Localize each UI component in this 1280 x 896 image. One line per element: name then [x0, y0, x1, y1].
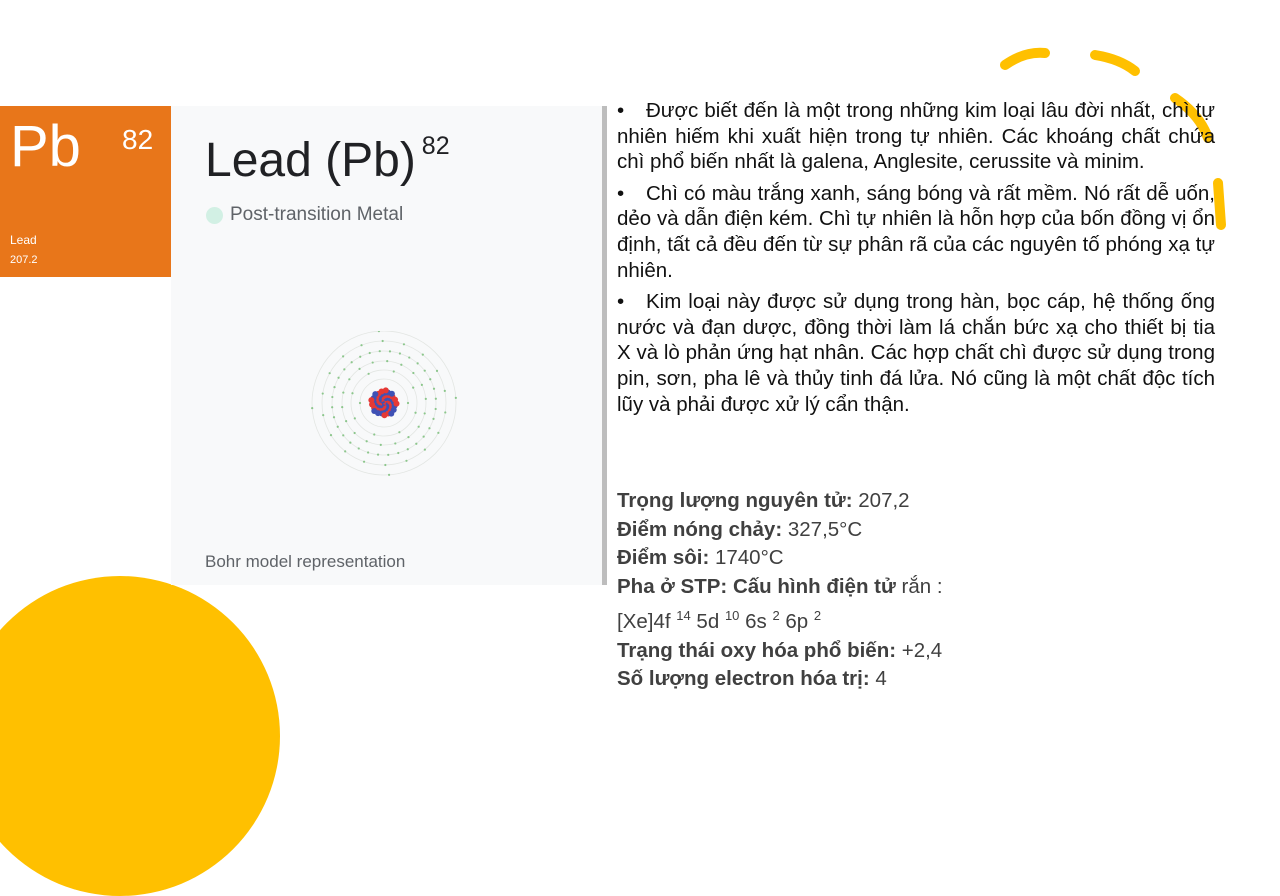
prop-label: Số lượng electron hóa trị:	[617, 667, 870, 691]
category-text: Post-transition Metal	[230, 204, 404, 225]
element-properties: Trọng lượng nguyên tử: 207,2 Điểm nóng c…	[617, 487, 1217, 694]
config-part: 6p	[779, 609, 814, 633]
category-dot-icon	[206, 206, 223, 224]
element-tile: Pb 82 Lead 207.2	[0, 106, 171, 277]
prop-oxidation-state: Trạng thái oxy hóa phổ biến: +2,4	[617, 637, 1217, 666]
prop-label: Trọng lượng nguyên tử:	[617, 489, 853, 512]
element-info-card: Lead (Pb) 82 Post-transition Metal Bohr m…	[171, 106, 602, 585]
prop-phase: Pha ở STP: Cấu hình điện tử rắn :	[617, 573, 1217, 602]
bohr-model-image	[311, 331, 457, 476]
prop-value: 4	[869, 667, 887, 691]
prop-value: rắn :	[895, 575, 943, 599]
prop-label: Trạng thái oxy hóa phổ biến:	[617, 638, 897, 662]
bullet-text: Kim loại này được sử dụng trong hàn, bọc…	[617, 290, 1215, 416]
bullet-paragraph: • Kim loại này được sử dụng trong hàn, bọ…	[617, 289, 1215, 417]
vertical-divider	[602, 106, 607, 585]
config-part: 6s	[739, 609, 773, 633]
prop-electron-config: [Xe]4f 14 5d 10 6s 2 6p 2	[617, 602, 1217, 637]
card-title-number: 82	[421, 132, 450, 160]
prop-value: +2,4	[896, 638, 943, 662]
bullet-paragraph: • Chì có màu trắng xanh, sáng bóng và rất…	[617, 181, 1215, 283]
bohr-caption: Bohr model representation	[205, 552, 406, 571]
category-label: Post-transition Metal	[206, 204, 403, 226]
config-part: [Xe]4f	[617, 609, 677, 633]
config-sup: 2	[772, 607, 780, 623]
description-bullets: • Được biết đến là một trong những kim lo…	[617, 98, 1215, 423]
prop-label: Pha ở STP: Cấu hình điện tử	[617, 575, 896, 599]
prop-melting-point: Điểm nóng chảy: 327,5°C	[617, 516, 1217, 545]
config-sup: 2	[813, 607, 822, 623]
prop-value: 1740°C	[709, 546, 784, 570]
bullet-text: Được biết đến là một trong những kim loạ…	[617, 99, 1215, 174]
prop-boiling-point: Điểm sôi: 1740°C	[617, 544, 1217, 573]
prop-value: 327,5°C	[782, 517, 863, 541]
prop-valence-electrons: Số lượng electron hóa trị: 4	[617, 665, 1217, 694]
prop-value: 207,2	[852, 489, 910, 512]
config-sup: 10	[724, 607, 740, 623]
atomic-weight: 207.2	[10, 254, 38, 266]
card-title: Lead (Pb) 82	[205, 132, 450, 188]
prop-label: Điểm nóng chảy:	[617, 517, 783, 541]
element-name: Lead	[10, 233, 37, 247]
bullet-marker: •	[617, 99, 625, 122]
bullet-marker: •	[617, 290, 625, 314]
bullet-text: Chì có màu trắng xanh, sáng bóng và rất …	[617, 181, 1215, 282]
config-part: 5d	[690, 609, 725, 633]
config-sup: 14	[676, 607, 691, 623]
element-symbol: Pb	[10, 114, 81, 179]
card-title-text: Lead (Pb)	[205, 134, 416, 187]
bullet-marker: •	[617, 181, 625, 205]
atomic-number: 82	[122, 124, 154, 155]
decorative-yellow-circle	[0, 576, 280, 896]
bullet-paragraph: • Được biết đến là một trong những kim lo…	[617, 98, 1215, 175]
prop-atomic-weight: Trọng lượng nguyên tử: 207,2	[617, 487, 1217, 516]
prop-label: Điểm sôi:	[617, 546, 710, 570]
